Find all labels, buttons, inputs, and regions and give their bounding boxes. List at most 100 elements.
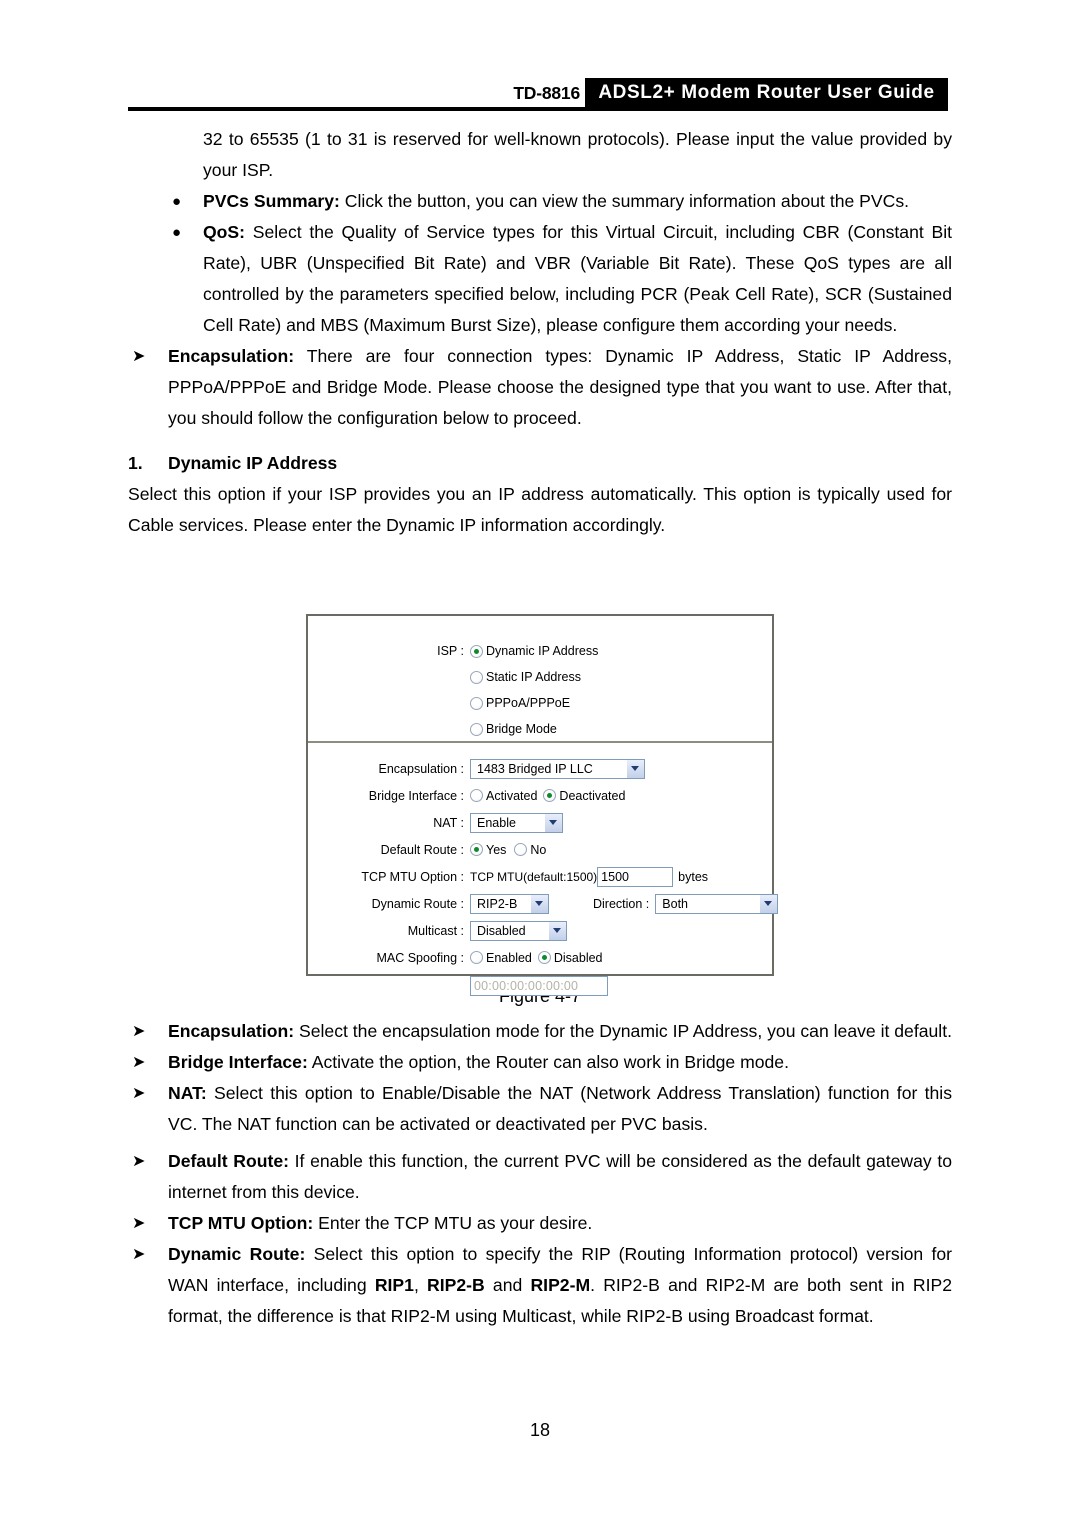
- arrow-bullet-icon: ➤: [132, 1023, 146, 1040]
- isp-option-row: Static IP Address: [308, 664, 772, 690]
- chevron-down-icon[interactable]: [544, 813, 562, 832]
- radio-default-route-yes[interactable]: [470, 843, 483, 856]
- tcp-mtu-hint: TCP MTU(default:1500): [470, 869, 598, 884]
- multicast-selected-value: Disabled: [477, 923, 526, 938]
- bullet-text-sep1: ,: [413, 1275, 428, 1295]
- multicast-label: Multicast :: [407, 923, 464, 938]
- bullet-text-tcp-mtu: Enter the TCP MTU as your desire.: [313, 1213, 593, 1233]
- row-nat: NAT : Enable: [308, 810, 772, 835]
- row-encapsulation: Encapsulation : 1483 Bridged IP LLC: [308, 756, 772, 781]
- radio-dynamic-ip-address[interactable]: [470, 644, 483, 658]
- direction-label: Direction :: [593, 896, 650, 911]
- row-dynamic-route: Dynamic Route : RIP2-B Direction : Both: [308, 891, 779, 916]
- bullet-tcp-mtu-option: ➤ TCP MTU Option: Enter the TCP MTU as y…: [128, 1208, 952, 1239]
- bullet-term-nat: NAT:: [168, 1083, 207, 1103]
- nat-selected-value: Enable: [477, 815, 516, 830]
- nat-label: NAT :: [433, 815, 464, 830]
- radio-label-bridge-deactivated[interactable]: Deactivated: [559, 789, 625, 803]
- row-tcp-mtu-option: TCP MTU Option : TCP MTU(default:1500) 1…: [308, 864, 772, 889]
- chevron-down-icon[interactable]: [759, 894, 778, 913]
- bullet-default-route: ➤ Default Route: If enable this function…: [128, 1146, 952, 1208]
- radio-label-bridge-activated[interactable]: Activated: [486, 789, 537, 803]
- radio-default-route-no[interactable]: [514, 843, 528, 856]
- mac-address-input[interactable]: 00:00:00:00:00:00: [470, 975, 608, 996]
- isp-section: ISP : Dynamic IP Address Static IP Addre…: [308, 638, 772, 742]
- bullet-nat: ➤ NAT: Select this option to Enable/Disa…: [128, 1078, 952, 1140]
- bullet-text-rip2b: RIP2-B: [427, 1275, 485, 1295]
- isp-option-row: PPPoA/PPPoE: [308, 690, 772, 716]
- nat-select[interactable]: Enable: [470, 812, 563, 833]
- tcp-mtu-unit: bytes: [678, 869, 709, 884]
- bullet-encapsulation-2: ➤ Encapsulation: Select the encapsulatio…: [128, 1016, 952, 1047]
- radio-label-dynamic-ip-address[interactable]: Dynamic IP Address: [486, 644, 598, 658]
- radio-label-bridge-mode[interactable]: Bridge Mode: [486, 722, 557, 736]
- dynamic-route-select[interactable]: RIP2-B: [470, 893, 549, 914]
- encapsulation-selected-value: 1483 Bridged IP LLC: [477, 761, 593, 776]
- encapsulation-label: Encapsulation :: [378, 761, 464, 776]
- isp-label: ISP :: [437, 644, 464, 658]
- router-config-panel: ISP : Dynamic IP Address Static IP Addre…: [306, 614, 779, 996]
- radio-pppoa-pppoe[interactable]: [470, 696, 483, 710]
- bullet-text-sep2: and: [484, 1275, 531, 1295]
- bullet-term-encapsulation-2: Encapsulation:: [168, 1021, 295, 1041]
- page-header: TD-8816 ADSL2+ Modem Router User Guide: [0, 78, 1080, 112]
- radio-label-mac-spoofing-enabled[interactable]: Enabled: [486, 951, 532, 965]
- bullet-term-default-route: Default Route:: [168, 1151, 289, 1171]
- radio-label-default-route-no[interactable]: No: [530, 843, 546, 857]
- arrow-bullet-icon: ➤: [132, 1246, 146, 1263]
- header-divider: [128, 107, 948, 111]
- direction-select[interactable]: Both: [655, 893, 779, 914]
- chevron-down-icon[interactable]: [548, 921, 566, 940]
- chevron-down-icon[interactable]: [530, 894, 548, 913]
- radio-mac-spoofing-enabled[interactable]: [470, 951, 483, 964]
- document-body-lower: ➤ Encapsulation: Select the encapsulatio…: [128, 1016, 952, 1332]
- bullet-qos: ● QoS: Select the Quality of Service typ…: [128, 217, 952, 341]
- chevron-down-icon[interactable]: [626, 759, 644, 778]
- isp-option-row: ISP : Dynamic IP Address: [308, 638, 772, 664]
- page-number: 18: [529, 1420, 551, 1440]
- radio-bridge-mode[interactable]: [470, 722, 483, 736]
- dynamic-route-label: Dynamic Route :: [371, 896, 464, 911]
- bullet-text-pvcs: Click the button, you can view the summa…: [339, 191, 910, 211]
- encapsulation-select[interactable]: 1483 Bridged IP LLC: [470, 758, 645, 779]
- direction-selected-value: Both: [662, 896, 688, 911]
- arrow-bullet-icon: ➤: [132, 348, 146, 365]
- arrow-bullet-icon: ➤: [132, 1054, 146, 1071]
- bullet-text-encapsulation-2: Select the encapsulation mode for the Dy…: [294, 1021, 952, 1041]
- multicast-select[interactable]: Disabled: [470, 920, 567, 941]
- figure-4-7: ISP : Dynamic IP Address Static IP Addre…: [0, 614, 1080, 1007]
- bullet-dot-icon: ●: [172, 224, 182, 241]
- connection-settings-form: Encapsulation : 1483 Bridged IP LLC Brid…: [308, 756, 779, 1000]
- bullet-pvcs-summary: ● PVCs Summary: Click the button, you ca…: [128, 186, 952, 217]
- radio-static-ip-address[interactable]: [470, 670, 483, 684]
- paragraph-dynamic-ip: Select this option if your ISP provides …: [128, 484, 952, 535]
- row-default-route: Default Route : Yes No: [308, 837, 772, 862]
- radio-mac-spoofing-disabled[interactable]: [537, 951, 551, 964]
- radio-label-mac-spoofing-disabled[interactable]: Disabled: [554, 951, 603, 965]
- radio-label-default-route-yes[interactable]: Yes: [486, 843, 506, 857]
- bullet-term-qos: QoS:: [203, 222, 246, 242]
- radio-bridge-deactivated[interactable]: [543, 789, 557, 802]
- row-multicast: Multicast : Disabled: [308, 918, 772, 943]
- bullet-bridge-interface: ➤ Bridge Interface: Activate the option,…: [128, 1047, 952, 1078]
- bullet-encapsulation: ➤ Encapsulation: There are four connecti…: [128, 341, 952, 434]
- radio-label-pppoa-pppoe[interactable]: PPPoA/PPPoE: [486, 696, 570, 710]
- default-route-label: Default Route :: [380, 842, 464, 857]
- heading-dynamic-ip-address: 1. Dynamic IP Address: [128, 448, 952, 479]
- radio-bridge-activated[interactable]: [470, 789, 483, 802]
- document-body-upper: 32 to 65535 (1 to 31 is reserved for wel…: [128, 124, 952, 541]
- arrow-bullet-icon: ➤: [132, 1153, 146, 1170]
- bullet-text-bridge-interface: Activate the option, the Router can also…: [307, 1052, 789, 1072]
- bullet-text-rip1: RIP1: [374, 1275, 414, 1295]
- tcp-mtu-input[interactable]: 1500: [597, 866, 674, 887]
- arrow-bullet-icon: ➤: [132, 1215, 146, 1232]
- bullet-dot-icon: ●: [172, 193, 182, 210]
- radio-label-static-ip-address[interactable]: Static IP Address: [486, 670, 581, 684]
- bullet-term-bridge-interface: Bridge Interface:: [168, 1052, 308, 1072]
- bullet-text-rip2m: RIP2-M: [530, 1275, 591, 1295]
- heading-number: 1.: [128, 453, 143, 473]
- mac-spoofing-label: MAC Spoofing :: [376, 950, 464, 965]
- paragraph-intro: 32 to 65535 (1 to 31 is reserved for wel…: [203, 129, 952, 180]
- bullet-text-nat: Select this option to Enable/Disable the…: [168, 1083, 952, 1134]
- heading-text: Dynamic IP Address: [168, 453, 338, 473]
